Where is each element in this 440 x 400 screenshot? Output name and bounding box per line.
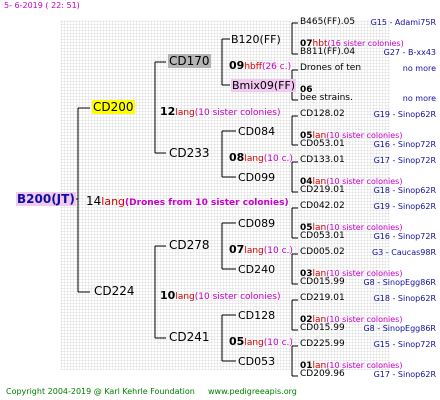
- gen4-drone-top: CD225.99: [300, 339, 345, 349]
- gen2-cd278: CD278: [169, 238, 210, 252]
- footer-website[interactable]: www.pedigreeapis.org: [208, 388, 297, 396]
- gen4-drone-top: CD005.02: [300, 247, 345, 257]
- gen4-drone-top: Drones of ten: [300, 63, 362, 73]
- gen4-location-bottom: G8 - SinopEgg86R: [363, 278, 436, 287]
- gen4-drone-bottom: bee strains.: [300, 93, 353, 103]
- gen3-cd128: CD128: [238, 309, 276, 322]
- root-queen: B200(JT): [16, 192, 76, 206]
- gen2-cd233-info: 08lang(10 c.): [229, 151, 293, 164]
- gen4-drone-bottom: CD015.99: [300, 323, 345, 333]
- gen4-drone-bottom: CD219.01: [300, 185, 345, 195]
- gen4-location-bottom: G16 - Sinop72R: [373, 232, 436, 241]
- gen3-cd084: CD084: [238, 125, 276, 138]
- gen4-location-top: G19 - Sinop62R: [373, 202, 436, 211]
- gen2-cd241: CD241: [169, 330, 210, 344]
- gen4-drone-top: CD219.01: [300, 293, 345, 303]
- gen2-cd170-info: 09hbff(26 c.): [229, 59, 292, 72]
- gen4-drone-bottom: CD209.96: [300, 369, 345, 379]
- gen2-cd233: CD233: [169, 146, 210, 160]
- gen4-location-top: G17 - Sinop72R: [373, 156, 436, 165]
- gen1-mother: CD200: [92, 100, 135, 114]
- gen2-cd278-info: 07lang(10 c.): [229, 243, 293, 256]
- gen4-location-top: G19 - Sinop62R: [373, 110, 436, 119]
- gen4-location-top: G3 - Caucas98R: [371, 248, 436, 257]
- gen4-drone-bottom: CD015.99: [300, 277, 345, 287]
- gen4-drone-top: CD133.01: [300, 155, 345, 165]
- gen1-father: CD224: [94, 284, 135, 298]
- gen3-cd240: CD240: [238, 263, 276, 276]
- gen2-cd241-info: 05lang(10 c.): [229, 335, 293, 348]
- gen4-drone-bottom: CD053.01: [300, 231, 345, 241]
- gen1-mother-info: 12lang(10 sister colonies): [160, 105, 281, 118]
- gen4-location-bottom: G18 - Sinop62R: [373, 186, 436, 195]
- gen4-location-top: no more: [402, 64, 436, 73]
- gen4-location-top: G18 - Sinop62R: [373, 294, 436, 303]
- pedigree-diagram: 5- 6-2019 ( 22: 51) B200(JT) 14lang(Dron…: [0, 0, 440, 400]
- gen3-bmix09: Bmix09(FF): [231, 79, 297, 92]
- gen4-location-bottom: G16 - Sinop72R: [373, 140, 436, 149]
- gen4-location-bottom: no more: [402, 94, 436, 103]
- gen4-location-top: G15 - Sinop72R: [373, 340, 436, 349]
- gen3-cd053: CD053: [238, 355, 276, 368]
- gen2-cd170: CD170: [168, 54, 211, 68]
- gen3-cd099: CD099: [238, 171, 276, 184]
- gen4-location-bottom: G17 - Sinop62R: [373, 370, 436, 379]
- gen4-location-bottom: G27 - B-xx43: [383, 48, 436, 57]
- gen4-drone-top: B465(FF).05: [300, 17, 356, 27]
- gen1-father-info: 10lang(10 sister colonies): [160, 289, 281, 302]
- gen4-drone-bottom: CD053.01: [300, 139, 345, 149]
- gen4-drone-top: CD042.02: [300, 201, 345, 211]
- gen3-cd089: CD089: [238, 217, 276, 230]
- gen4-drone-bottom: B811(FF).04: [300, 47, 356, 57]
- gen3-b120: B120(FF): [231, 33, 281, 46]
- footer-copyright: Copyright 2004-2019 @ Karl Kehrle Founda…: [6, 387, 195, 396]
- gen4-location-bottom: G8 - SinopEgg86R: [363, 324, 436, 333]
- gen4-drone-top: CD128.02: [300, 109, 345, 119]
- gen4-location-top: G15 - Adami75R: [370, 18, 436, 27]
- root-info: 14lang(Drones from 10 sister colonies): [86, 194, 289, 208]
